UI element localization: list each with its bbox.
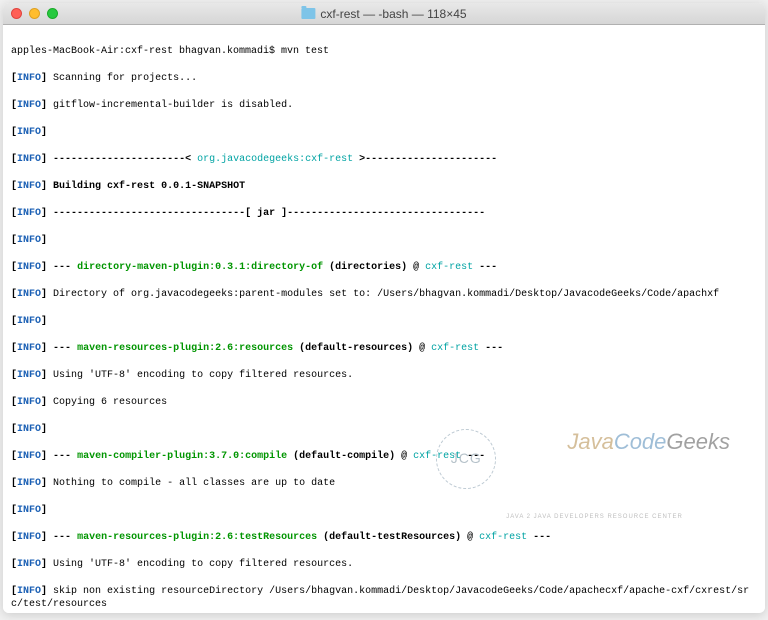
traffic-lights: [11, 8, 58, 19]
terminal-content[interactable]: apples-MacBook-Air:cxf-rest bhagvan.komm…: [3, 25, 765, 613]
watermark-text: JavaCodeGeeks JAVA 2 JAVA DEVELOPERS RES…: [506, 370, 730, 548]
close-button[interactable]: [11, 8, 22, 19]
window-title: cxf-rest — -bash — 118×45: [301, 7, 466, 21]
title-text: cxf-rest — -bash — 118×45: [320, 7, 466, 21]
maximize-button[interactable]: [47, 8, 58, 19]
folder-icon: [301, 8, 315, 19]
titlebar: cxf-rest — -bash — 118×45: [3, 3, 765, 25]
terminal-window: cxf-rest — -bash — 118×45 apples-MacBook…: [3, 3, 765, 613]
command: mvn test: [281, 46, 329, 57]
minimize-button[interactable]: [29, 8, 40, 19]
prompt: apples-MacBook-Air:cxf-rest bhagvan.komm…: [11, 46, 281, 57]
watermark-logo: JCG JavaCodeGeeks JAVA 2 JAVA DEVELOPERS…: [436, 370, 730, 548]
watermark-icon: JCG: [436, 429, 496, 489]
